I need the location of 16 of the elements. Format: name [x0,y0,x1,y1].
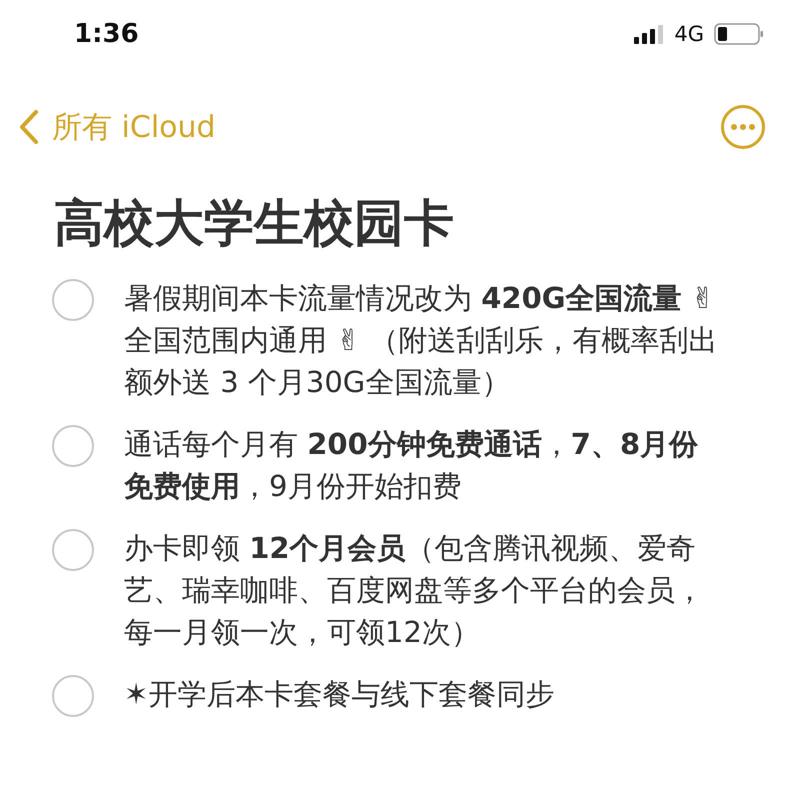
more-icon[interactable] [720,104,766,150]
network-label: 4G [674,22,704,46]
checklist-checkbox[interactable] [52,529,94,571]
checklist-item-text: 办卡即领 12个月会员（包含腾讯视频、爱奇艺、瑞幸咖啡、百度网盘等多个平台的会员，每一月领一次，可领12次） [124,530,705,651]
status-time: 1:36 [74,19,139,49]
signal-icon [634,24,664,44]
back-button[interactable]: 所有 iCloud [18,106,216,148]
chevron-left-icon [18,109,40,145]
checklist-item-text: 通话每个月有 200分钟免费通话，7、8月份免费使用，9月份开始扣费 [124,426,700,505]
note-title: 高校大学生校园卡 [54,193,455,254]
checklist-checkbox[interactable] [52,279,94,321]
checklist-checkbox[interactable] [52,425,94,467]
battery-icon [714,23,764,45]
checklist-item-text: 暑假期间本卡流量情况改为 420G全国流量 ✌ 全国范围内通用 ✌ （附送刮刮乐，有概率刮出额外送 3 个月30G全国流量） [124,280,719,401]
checklist-checkbox[interactable] [52,675,94,717]
checklist-item-text: ✶开学后本卡套餐与线下套餐同步 [124,676,556,713]
